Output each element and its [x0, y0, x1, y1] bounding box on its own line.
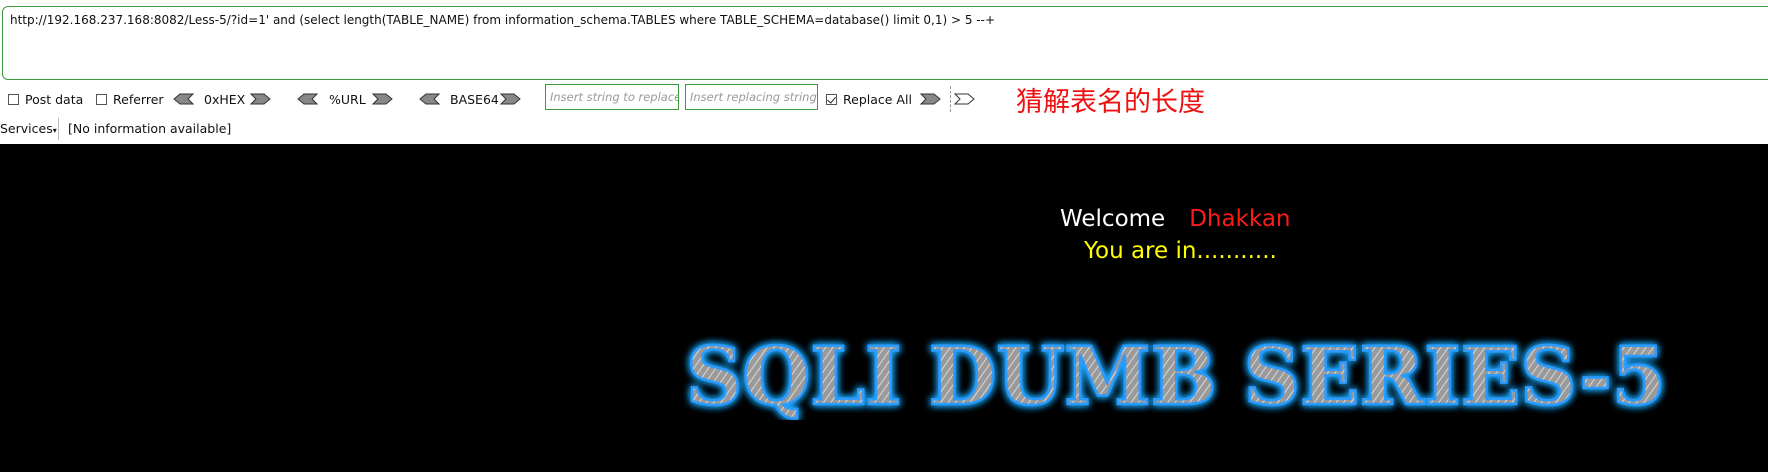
sqli-banner-logo: SQLI DUMB SERIES-5: [685, 330, 1668, 420]
base64-decode-arrow-icon[interactable]: [418, 91, 440, 107]
info-text: [No information available]: [68, 121, 232, 136]
checkbox-checked-box[interactable]: [826, 93, 837, 105]
annotation-text: 猜解表名的长度: [1016, 87, 1205, 118]
hex-label: 0xHEX: [204, 91, 246, 107]
post-data-checkbox[interactable]: Post data: [8, 86, 83, 112]
hex-encode-arrow-icon[interactable]: [250, 91, 272, 107]
checkbox-box[interactable]: [8, 93, 19, 105]
hex-decode-arrow-icon[interactable]: [172, 91, 194, 107]
replace-action-arrow-icon[interactable]: [954, 91, 976, 107]
services-menu[interactable]: Services▾: [0, 121, 57, 136]
base64-label: BASE64: [450, 91, 499, 107]
services-label: Services: [0, 121, 53, 136]
toolbar-separator: [950, 86, 951, 112]
hackbar-toolbar: Post data Referrer 0xHEX %URL BASE64 Rep…: [0, 86, 1768, 112]
status-separator: [58, 118, 59, 140]
replace-all-checkbox[interactable]: Replace All: [826, 86, 912, 112]
user-name: Dhakkan: [1189, 206, 1291, 232]
replace-all-label: Replace All: [843, 91, 912, 107]
post-data-label: Post data: [25, 91, 84, 107]
checkbox-box[interactable]: [96, 93, 107, 105]
base64-encode-arrow-icon[interactable]: [500, 91, 522, 107]
banner-text: SQLI DUMB SERIES-5: [686, 330, 1666, 420]
status-bar: Services▾ [No information available]: [0, 118, 1768, 140]
url-textarea[interactable]: http://192.168.237.168:8082/Less-5/?id=1…: [2, 6, 1768, 80]
replace-arrow-icon[interactable]: [920, 91, 942, 107]
insert-string-input[interactable]: Insert string to replace: [545, 84, 679, 110]
page-content: Welcome Dhakkan You are in........... SQL…: [0, 144, 1768, 472]
welcome-line: Welcome Dhakkan: [1060, 206, 1291, 232]
welcome-text: Welcome: [1060, 206, 1166, 232]
url-encode-label: %URL: [329, 91, 366, 107]
dropdown-icon: ▾: [52, 126, 57, 135]
url-encode-arrow-icon[interactable]: [372, 91, 394, 107]
login-status: You are in...........: [1084, 238, 1277, 264]
referrer-checkbox[interactable]: Referrer: [96, 86, 164, 112]
replacing-string-input[interactable]: Insert replacing string: [685, 84, 818, 110]
url-decode-arrow-icon[interactable]: [296, 91, 318, 107]
referrer-label: Referrer: [113, 91, 164, 107]
url-text: http://192.168.237.168:8082/Less-5/?id=1…: [10, 13, 996, 27]
